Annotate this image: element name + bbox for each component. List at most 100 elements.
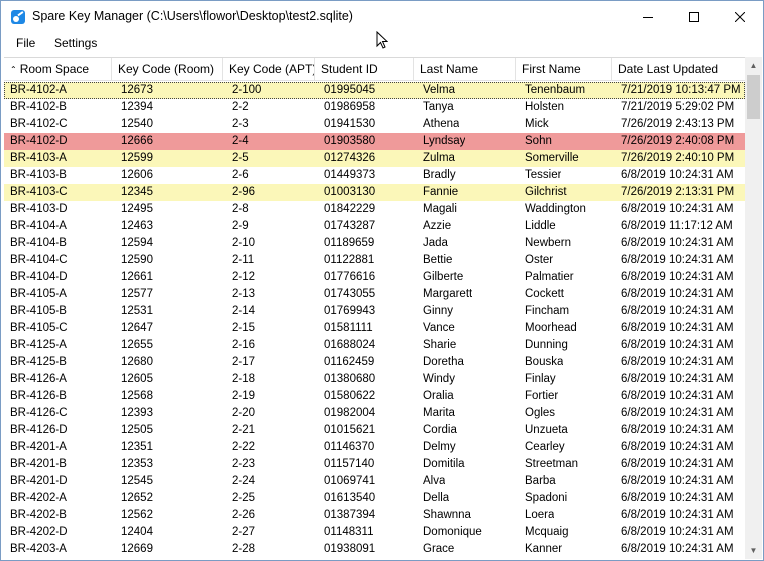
cell-student-id[interactable]: 01842229 — [321, 201, 375, 218]
cell-room-space[interactable]: BR-4105-B — [7, 303, 67, 320]
cell-key-code-apt[interactable]: 2-18 — [229, 371, 255, 388]
column-header-first-name[interactable]: First Name — [516, 58, 612, 80]
cell-date-last-updated[interactable]: 6/8/2019 10:24:31 AM — [618, 456, 734, 473]
cell-last-name[interactable]: Delmy — [420, 439, 456, 456]
table-row[interactable]: BR-4103-B 12606 2-6 01449373 Bradly Tessier 6/… — [4, 167, 745, 184]
cell-student-id[interactable]: 01613540 — [321, 490, 375, 507]
cell-student-id[interactable]: 01743287 — [321, 218, 375, 235]
cell-first-name[interactable]: Spadoni — [522, 490, 567, 507]
table-row[interactable]: BR-4103-D 12495 2-8 01842229 Magali Waddingto… — [4, 201, 745, 218]
cell-room-space[interactable]: BR-4201-B — [7, 456, 67, 473]
cell-student-id[interactable]: 01903580 — [321, 133, 375, 150]
table-row[interactable]: BR-4202-B 12562 2-26 01387394 Shawnna Loera 6/… — [4, 507, 745, 524]
cell-student-id[interactable]: 01015621 — [321, 422, 375, 439]
cell-date-last-updated[interactable]: 6/8/2019 10:24:31 AM — [618, 439, 734, 456]
cell-date-last-updated[interactable]: 6/8/2019 10:24:31 AM — [618, 269, 734, 286]
cell-last-name[interactable]: Sharie — [420, 337, 456, 354]
table-row[interactable]: BR-4104-B 12594 2-10 01189659 Jada Newbern 6/8… — [4, 235, 745, 252]
cell-last-name[interactable]: Grace — [420, 541, 454, 558]
table-row[interactable]: BR-4103-A 12599 2-5 01274326 Zulma Somerville… — [4, 150, 745, 167]
cell-date-last-updated[interactable]: 6/8/2019 11:17:12 AM — [618, 218, 733, 235]
cell-last-name[interactable]: Athena — [420, 116, 459, 133]
cell-student-id[interactable]: 01688024 — [321, 337, 375, 354]
cell-first-name[interactable]: Fincham — [522, 303, 569, 320]
table-row[interactable]: BR-4104-D 12661 2-12 01776616 Gilberte Palmat… — [4, 269, 745, 286]
cell-key-code-apt[interactable]: 2-3 — [229, 116, 249, 133]
minimize-button[interactable] — [625, 1, 671, 32]
vertical-scrollbar[interactable]: ▲ ▼ — [745, 57, 762, 559]
cell-key-code-room[interactable]: 12463 — [118, 218, 153, 235]
cell-student-id[interactable]: 01148311 — [321, 524, 373, 541]
cell-key-code-apt[interactable]: 2-20 — [229, 405, 255, 422]
cell-last-name[interactable]: Alva — [420, 473, 445, 490]
cell-date-last-updated[interactable]: 6/8/2019 10:24:31 AM — [618, 337, 734, 354]
cell-student-id[interactable]: 01003130 — [321, 184, 375, 201]
cell-student-id[interactable]: 01982004 — [321, 405, 375, 422]
cell-key-code-apt[interactable]: 2-12 — [229, 269, 255, 286]
menu-file[interactable]: File — [16, 36, 35, 50]
cell-last-name[interactable]: Magali — [420, 201, 457, 218]
cell-room-space[interactable]: BR-4103-D — [7, 201, 68, 218]
cell-key-code-room[interactable]: 12661 — [118, 269, 153, 286]
cell-key-code-room[interactable]: 12568 — [118, 388, 153, 405]
cell-room-space[interactable]: BR-4202-A — [7, 490, 67, 507]
cell-key-code-room[interactable]: 12590 — [118, 252, 153, 269]
cell-last-name[interactable]: Vance — [420, 320, 455, 337]
cell-last-name[interactable]: Bettie — [420, 252, 452, 269]
cell-first-name[interactable]: Somerville — [522, 150, 579, 167]
table-row[interactable]: BR-4202-D 12404 2-27 01148311 Domonique Mcqua… — [4, 524, 745, 541]
table-row[interactable]: BR-4201-A 12351 2-22 01146370 Delmy Cearley 6/… — [4, 439, 745, 456]
cell-key-code-room[interactable]: 12594 — [118, 235, 153, 252]
cell-room-space[interactable]: BR-4104-A — [7, 218, 67, 235]
table-row[interactable]: BR-4104-C 12590 2-11 01122881 Bettie Oster 6/8… — [4, 252, 745, 269]
cell-key-code-room[interactable]: 12562 — [118, 507, 153, 524]
cell-student-id[interactable]: 01986958 — [321, 99, 375, 116]
cell-last-name[interactable]: Velma — [420, 82, 455, 99]
table-row[interactable]: BR-4201-D 12545 2-24 01069741 Alva Barba 6/8/2… — [4, 473, 745, 490]
cell-first-name[interactable]: Barba — [522, 473, 556, 490]
cell-first-name[interactable]: Mick — [522, 116, 549, 133]
scroll-down-icon[interactable]: ▼ — [745, 542, 762, 559]
column-header-student-id[interactable]: Student ID — [315, 58, 414, 80]
cell-student-id[interactable]: 01776616 — [321, 269, 375, 286]
table-row[interactable]: BR-4102-A 12673 2-100 01995045 Velma Tenenbau… — [4, 82, 745, 99]
cell-key-code-apt[interactable]: 2-25 — [229, 490, 255, 507]
cell-key-code-room[interactable]: 12393 — [118, 405, 153, 422]
cell-last-name[interactable]: Lyndsay — [420, 133, 465, 150]
table-row[interactable]: BR-4105-A 12577 2-13 01743055 Margarett Cocke… — [4, 286, 745, 303]
cell-last-name[interactable]: Cordia — [420, 422, 457, 439]
cell-first-name[interactable]: Loera — [522, 507, 554, 524]
cell-student-id[interactable]: 01743055 — [321, 286, 375, 303]
cell-date-last-updated[interactable]: 6/8/2019 10:24:31 AM — [618, 524, 734, 541]
cell-last-name[interactable]: Domonique — [420, 524, 482, 541]
cell-key-code-room[interactable]: 12669 — [118, 541, 153, 558]
cell-first-name[interactable]: Sohn — [522, 133, 552, 150]
cell-date-last-updated[interactable]: 6/8/2019 10:24:31 AM — [618, 354, 734, 371]
cell-key-code-room[interactable]: 12647 — [118, 320, 153, 337]
cell-key-code-apt[interactable]: 2-4 — [229, 133, 249, 150]
cell-student-id[interactable]: 01162459 — [321, 354, 374, 371]
cell-date-last-updated[interactable]: 6/8/2019 10:24:31 AM — [618, 388, 734, 405]
cell-student-id[interactable]: 01189659 — [321, 235, 374, 252]
cell-key-code-apt[interactable]: 2-22 — [229, 439, 255, 456]
cell-first-name[interactable]: Cockett — [522, 286, 564, 303]
cell-room-space[interactable]: BR-4102-D — [7, 133, 68, 150]
cell-key-code-apt[interactable]: 2-5 — [229, 150, 249, 167]
cell-last-name[interactable]: Azzie — [420, 218, 451, 235]
cell-room-space[interactable]: BR-4202-B — [7, 507, 67, 524]
cell-first-name[interactable]: Waddington — [522, 201, 586, 218]
cell-first-name[interactable]: Holsten — [522, 99, 564, 116]
cell-key-code-apt[interactable]: 2-11 — [229, 252, 254, 269]
cell-last-name[interactable]: Marita — [420, 405, 455, 422]
cell-last-name[interactable]: Domitila — [420, 456, 465, 473]
cell-first-name[interactable]: Tessier — [522, 167, 561, 184]
table-row[interactable]: BR-4105-C 12647 2-15 01581111 Vance Moorhead 6… — [4, 320, 745, 337]
table-row[interactable]: BR-4125-A 12655 2-16 01688024 Sharie Dunning 6… — [4, 337, 745, 354]
cell-first-name[interactable]: Unzueta — [522, 422, 568, 439]
cell-first-name[interactable]: Kanner — [522, 541, 562, 558]
cell-student-id[interactable]: 01449373 — [321, 167, 375, 184]
cell-room-space[interactable]: BR-4201-A — [7, 439, 67, 456]
cell-key-code-apt[interactable]: 2-96 — [229, 184, 255, 201]
cell-room-space[interactable]: BR-4203-A — [7, 541, 67, 558]
cell-room-space[interactable]: BR-4126-C — [7, 405, 68, 422]
